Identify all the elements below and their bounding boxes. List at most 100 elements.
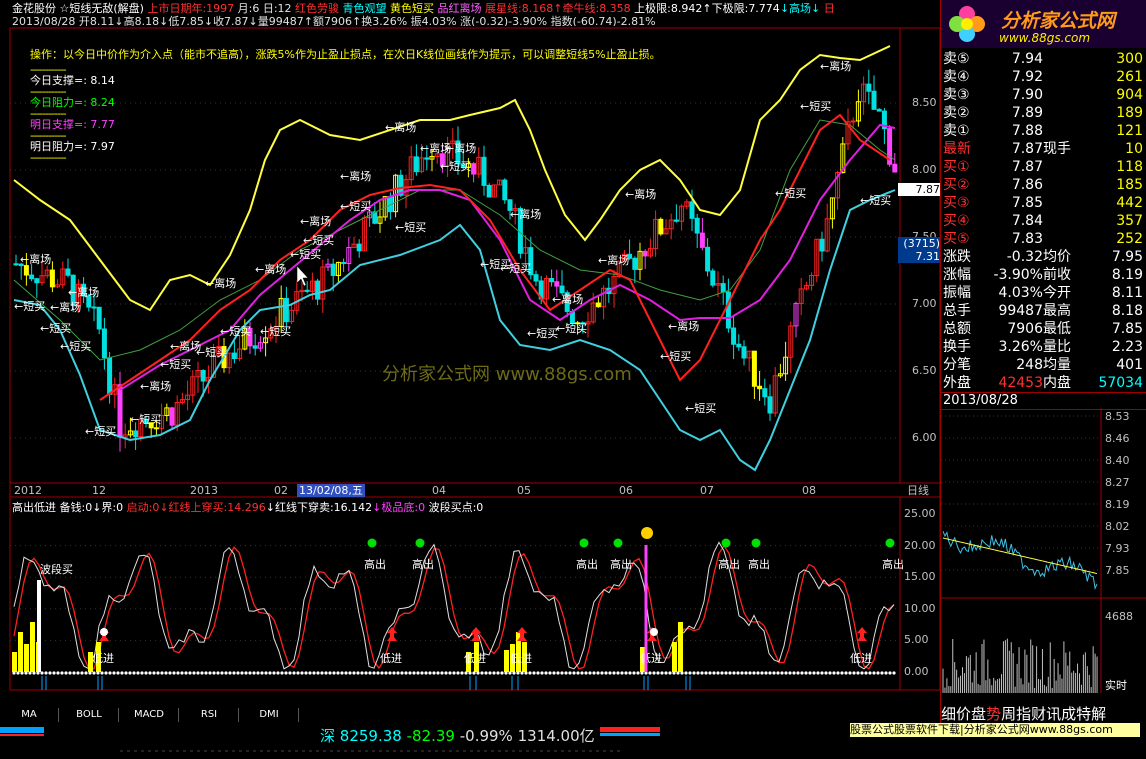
right-tab[interactable]: 特: [1076, 705, 1091, 723]
price-tick: 7.00: [912, 297, 937, 310]
baseline-dot: [576, 671, 580, 675]
outer-label: 外盘: [943, 375, 971, 391]
bid-price: 7.83: [1011, 231, 1043, 247]
right-tab[interactable]: 周: [1001, 705, 1016, 723]
baseline-dot: [524, 671, 528, 675]
candle-body: [356, 243, 362, 252]
baseline-dot: [56, 671, 60, 675]
date-tick: 2013: [190, 484, 218, 497]
high-out-dot: [415, 538, 425, 548]
baseline-dot: [696, 671, 700, 675]
intraday-tick: 8.53: [1105, 410, 1130, 423]
wave-buy-label: 波段买: [40, 562, 73, 576]
bid-price: 7.87: [1011, 159, 1043, 175]
tab-dmi[interactable]: DMI: [240, 708, 299, 722]
lower-band-line: [13, 189, 896, 472]
baseline-dot: [320, 671, 324, 675]
sr-separator: ------------: [30, 151, 67, 164]
candle-body: [710, 270, 716, 286]
signal-label: ←离场: [598, 253, 629, 267]
right-tab[interactable]: 盘: [971, 705, 986, 723]
tab-rsi[interactable]: RSI: [180, 708, 239, 722]
baseline-dot: [756, 671, 760, 675]
baseline-dot: [876, 671, 880, 675]
signal-label: ←离场: [820, 59, 851, 73]
right-tab[interactable]: 势: [986, 705, 1001, 723]
baseline-dot: [384, 671, 388, 675]
baseline-dot: [464, 671, 468, 675]
baseline-dot: [600, 671, 604, 675]
baseline-dot: [544, 671, 548, 675]
ad-banner[interactable]: 股票公式股票软件下载|分析家公式网www.88gs.com: [850, 723, 1140, 737]
ask-price: 7.90: [1011, 87, 1043, 103]
signal-label: ←离场: [68, 285, 99, 299]
baseline-dot: [28, 671, 32, 675]
baseline-dot: [80, 671, 84, 675]
bid-price: 7.85: [1011, 195, 1043, 211]
right-tab[interactable]: 价: [956, 705, 971, 723]
baseline-dot: [152, 671, 156, 675]
intraday-tick: 7.85: [1105, 564, 1130, 577]
baseline-dot: [304, 671, 308, 675]
candle-body: [720, 283, 726, 293]
intraday-chart[interactable]: 8.53 8.46 8.40 8.27 8.19 8.02 7.93 7.85 4688 实时: [941, 408, 1146, 708]
baseline-dot: [180, 671, 184, 675]
stat-value: 7.95: [1111, 249, 1143, 265]
baseline-dot: [748, 671, 752, 675]
right-tab[interactable]: 讯: [1046, 705, 1061, 723]
baseline-dot: [252, 671, 256, 675]
baseline-dot: [64, 671, 68, 675]
baseline-dot: [836, 671, 840, 675]
candle-body: [736, 343, 742, 348]
code-tag: (3715): [903, 237, 940, 250]
baseline-dot: [664, 671, 668, 675]
date-tick: 12: [92, 484, 106, 497]
price-tick: 6.00: [912, 431, 937, 444]
baseline-dot: [504, 671, 508, 675]
baseline-dot: [724, 671, 728, 675]
baseline-dot: [120, 671, 124, 675]
right-tab[interactable]: 成: [1061, 705, 1076, 723]
intraday-price-line: [942, 530, 1098, 590]
ask-volume: 121: [1116, 123, 1143, 139]
baseline-dot: [460, 671, 464, 675]
right-tab[interactable]: 解: [1091, 705, 1106, 723]
bid-volume: 357: [1116, 213, 1143, 229]
baseline-dot: [568, 671, 572, 675]
baseline-dot: [812, 671, 816, 675]
baseline-dot: [328, 671, 332, 675]
right-tab[interactable]: 财: [1031, 705, 1046, 723]
bid-label: 买①: [943, 159, 970, 175]
realtime-label[interactable]: 实时: [1105, 678, 1127, 692]
bid-label: 买②: [943, 177, 970, 193]
tab-ma[interactable]: MA: [0, 708, 59, 722]
high-out-dot: [367, 538, 377, 548]
tab-macd[interactable]: MACD: [120, 708, 179, 722]
baseline-dot: [160, 671, 164, 675]
baseline-dot: [404, 671, 408, 675]
candle-body: [705, 246, 711, 272]
right-tab[interactable]: 细: [941, 705, 956, 723]
candle-body: [549, 278, 555, 283]
candle-body: [49, 269, 55, 288]
low-in-label: 低进: [850, 652, 872, 665]
spacer: [1043, 104, 1090, 122]
baseline-dot: [452, 671, 456, 675]
spacer: [1043, 50, 1090, 68]
indicator-bar: [24, 644, 29, 672]
signal-label: ←短买: [685, 401, 716, 415]
stat-label: 涨幅: [943, 267, 971, 283]
signal-label: ←短买: [556, 321, 587, 335]
mouse-cursor: [296, 265, 309, 287]
signal-label: ←短买: [260, 324, 291, 338]
baseline-dot: [148, 671, 152, 675]
signal-label: ←短买: [130, 412, 161, 426]
tab-boll[interactable]: BOLL: [60, 708, 119, 722]
right-tab[interactable]: 指: [1016, 705, 1031, 723]
baseline-dot: [496, 671, 500, 675]
stat-value: 4.03%: [998, 285, 1043, 301]
baseline-dot: [660, 671, 664, 675]
indicator-tick: 0.00: [904, 665, 929, 678]
date-tick: 07: [700, 484, 714, 497]
indicator-bar: [30, 622, 35, 672]
